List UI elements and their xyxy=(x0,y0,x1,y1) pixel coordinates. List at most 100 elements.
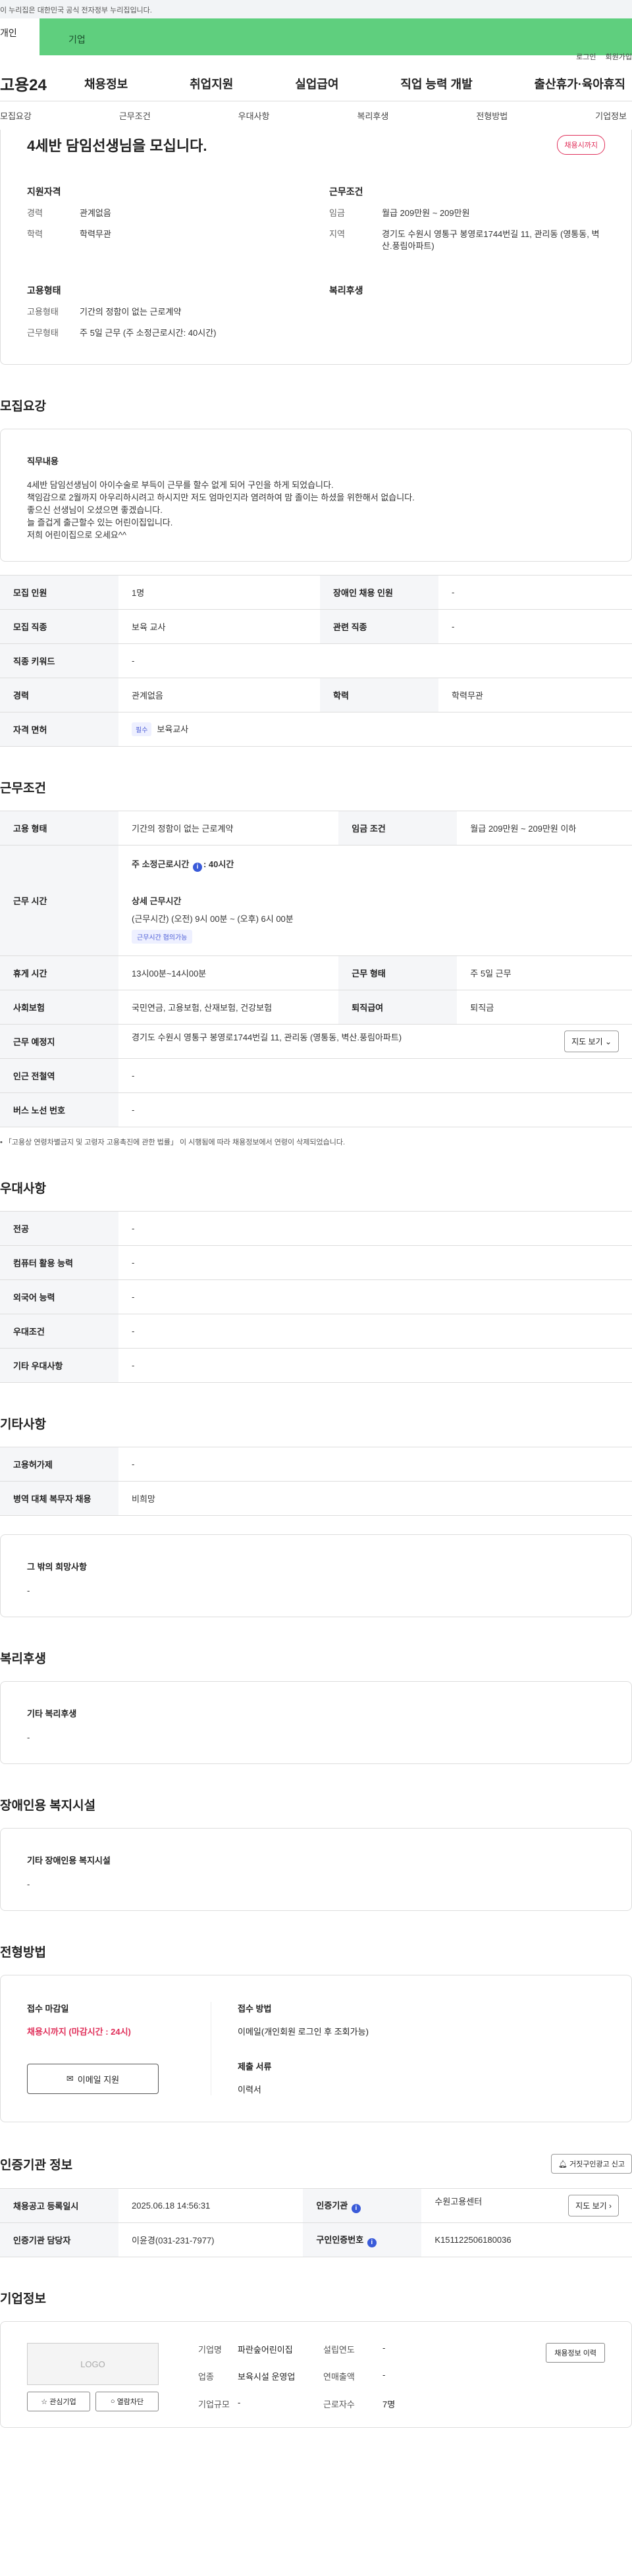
duty-text: 4세반 담임선생님이 아이수술로 부득이 근무를 할수 없게 되어 구인을 하게… xyxy=(27,480,415,540)
cell-value: 13시00분~14시00분 xyxy=(118,955,339,990)
mail-icon: ✉ xyxy=(66,2074,74,2083)
career-label: 경력 xyxy=(27,208,43,218)
snb-item-welfare[interactable]: 복리후생 xyxy=(357,109,388,122)
table-row: 버스 노선 번호 - xyxy=(0,1092,632,1127)
info-icon[interactable]: i xyxy=(192,863,202,872)
favorite-label: 관심기업 xyxy=(49,2398,76,2406)
report-fake-ad-button[interactable]: 🔔︎ 거짓구인광고 신고 xyxy=(550,2154,632,2174)
disability-card: 기타 장애인용 복지시설 - xyxy=(0,1828,632,1911)
cell-value: 퇴직금 xyxy=(457,990,632,1025)
cell-label: 관련 직종 xyxy=(320,609,439,644)
table-row: 근무 시간 주 소정근로시간 i: 40시간 상세 근무시간 (근무시간) (오… xyxy=(0,845,632,956)
cert-map-button[interactable]: 지도 보기 › xyxy=(568,2195,619,2216)
cell-label: 모집 인원 xyxy=(0,575,118,610)
cert-org-label: 인증기관 xyxy=(316,2200,348,2211)
cell-label: 퇴직급여 xyxy=(338,990,458,1025)
cell-label: 병역 대체 복무자 채용 xyxy=(0,1481,118,1516)
etc-section-title: 기타사항 xyxy=(0,1418,46,1432)
disability-card-value: - xyxy=(27,1879,30,1889)
worktype-label: 근무형태 xyxy=(27,328,59,338)
report-label: 거짓구인광고 신고 xyxy=(569,2160,625,2168)
table-row: 사회보험 국민연금, 고용보험, 산재보험, 건강보험 퇴직급여 퇴직금 xyxy=(0,990,632,1025)
etc-table: 고용허가제 - 병역 대체 복무자 채용 비희망 xyxy=(0,1447,632,1516)
table-row: 우대조건 - xyxy=(0,1314,632,1349)
company-card: LOGO ☆ 관심기업 ○ 열람차단 기업명 파란숲어린이집 설립연도 - 업종 보육… xyxy=(0,2321,632,2428)
snb-item-recruit[interactable]: 모집요강 xyxy=(0,109,32,122)
cell-label: 휴게 시간 xyxy=(0,955,118,990)
map-button[interactable]: 지도 보기 ⌄ xyxy=(564,1031,619,1052)
wage-label: 임금 xyxy=(329,208,345,218)
duty-title: 직무내용 xyxy=(27,456,59,466)
disability-section-title: 장애인용 복지시설 xyxy=(0,1799,96,1813)
snb-item-pref[interactable]: 우대사항 xyxy=(238,109,270,122)
cell-value: 보육 교사 xyxy=(118,609,321,644)
other-wish-title: 그 밖의 희망사항 xyxy=(27,1562,87,1572)
age-note-text: 「고용상 연령차별금지 및 고령자 고용촉진에 관한 법률」 이 시행됨에 따라… xyxy=(4,1139,346,1146)
employees-label: 근로자수 xyxy=(323,2399,355,2409)
site-logo[interactable]: 고용24 xyxy=(0,72,84,95)
snb-item-company[interactable]: 기업정보 xyxy=(595,109,627,122)
negotiable-chip: 근무시간 협의가능 xyxy=(132,930,193,944)
emptype-value: 기간의 정함이 없는 근로계약 xyxy=(80,307,182,317)
gnb-item-benefit[interactable]: 실업급여 xyxy=(295,75,338,92)
company-size-value: - xyxy=(238,2397,241,2407)
gnb-item-leave[interactable]: 출산휴가·육아휴직 xyxy=(535,75,625,92)
table-row: 인근 전철역 - xyxy=(0,1058,632,1093)
cell-value: 국민연금, 고용보험, 산재보험, 건강보험 xyxy=(118,990,339,1025)
cell-value: - xyxy=(118,1211,632,1246)
employees-value: 7명 xyxy=(382,2399,396,2409)
cell-label: 전공 xyxy=(0,1211,118,1246)
info-icon[interactable]: i xyxy=(367,2238,377,2247)
recruit-section-title: 모집요강 xyxy=(0,400,46,414)
join-link[interactable]: 회원가입 xyxy=(606,51,632,62)
welfare-card-value: - xyxy=(27,1732,30,1742)
email-apply-button[interactable]: ✉ 이메일 지원 xyxy=(27,2064,159,2094)
place-value: 경기도 수원시 영통구 봉영로1744번길 11, 관리동 (영통동, 벽산.풍… xyxy=(132,1033,402,1042)
founded-label: 설립연도 xyxy=(323,2345,355,2355)
table-row: 병역 대체 복무자 채용 비희망 xyxy=(0,1481,632,1516)
welfare-card-title: 기타 복리후생 xyxy=(27,1709,77,1719)
industry-value: 보육시설 운영업 xyxy=(238,2372,296,2382)
other-wish-value: - xyxy=(27,1586,30,1596)
table-row: 기타 우대사항 - xyxy=(0,1348,632,1383)
revenue-value: - xyxy=(382,2370,386,2380)
cell-value: K151122506180036 xyxy=(421,2222,632,2257)
favorite-company-button[interactable]: ☆ 관심기업 xyxy=(27,2392,90,2411)
cell-label: 우대조건 xyxy=(0,1314,118,1349)
career-value: 관계없음 xyxy=(80,208,111,218)
table-row: 모집 인원 1명 장애인 채용 인원 - xyxy=(0,575,632,610)
license-value: 보육교사 xyxy=(157,724,189,734)
block-company-button[interactable]: ○ 열람차단 xyxy=(95,2392,159,2411)
gnb-item-training[interactable]: 직업 능력 개발 xyxy=(400,75,472,92)
wage-value: 월급 209만원 ~ 209만원 xyxy=(382,208,470,218)
tab-company[interactable]: 기업 xyxy=(40,18,632,55)
welfare-block: 복리후생 xyxy=(329,284,605,348)
info-icon[interactable]: i xyxy=(351,2203,361,2213)
snb-item-apply[interactable]: 전형방법 xyxy=(476,109,508,122)
table-row: 채용공고 등록일시 2025.06.18 14:56:31 인증기관 i 수원고용… xyxy=(0,2188,632,2223)
star-icon: ☆ xyxy=(41,2398,48,2406)
cell-label: 근무 형태 xyxy=(338,955,458,990)
gnb-item-support[interactable]: 취업지원 xyxy=(190,75,233,92)
method-value: 이메일(개인회원 로그인 후 조회가능) xyxy=(238,2027,369,2037)
block-icon: ○ xyxy=(110,2398,115,2405)
login-link[interactable]: 로그인 xyxy=(576,51,596,62)
gnb-item-jobs[interactable]: 채용정보 xyxy=(84,75,128,92)
company-info-grid: 기업명 파란숲어린이집 설립연도 - 업종 보육시설 운영업 연매출액 - 기업규모 - … xyxy=(198,2343,506,2411)
cert-section-title: 인증기관 정보 xyxy=(0,2158,73,2172)
tab-personal[interactable]: 개인 xyxy=(0,18,40,47)
cell-value: - xyxy=(118,1092,632,1127)
cell-label: 고용허가제 xyxy=(0,1447,118,1482)
cell-value: 2025.06.18 14:56:31 xyxy=(118,2188,303,2223)
table-row: 경력 관계없음 학력 학력무관 xyxy=(0,678,632,712)
snb-item-work[interactable]: 근무조건 xyxy=(119,109,151,122)
table-row: 외국어 능력 - xyxy=(0,1279,632,1314)
cell-value: - xyxy=(118,1245,632,1280)
section-nav: 모집요강 근무조건 우대사항 복리후생 전형방법 기업정보 xyxy=(0,101,632,130)
hiring-history-button[interactable]: 채용정보 이력 xyxy=(546,2343,605,2363)
cell-label: 모집 직종 xyxy=(0,609,118,644)
chevron-down-icon: ⌄ xyxy=(604,1037,612,1046)
employment-block: 고용형태 고용형태 기간의 정함이 없는 근로계약 근무형태 주 5일 근무 (주 … xyxy=(27,284,303,348)
deadline-value: 채용시까지 (마감시간 : 24시) xyxy=(27,2027,131,2037)
welfare-section-title: 복리후생 xyxy=(0,1652,46,1666)
